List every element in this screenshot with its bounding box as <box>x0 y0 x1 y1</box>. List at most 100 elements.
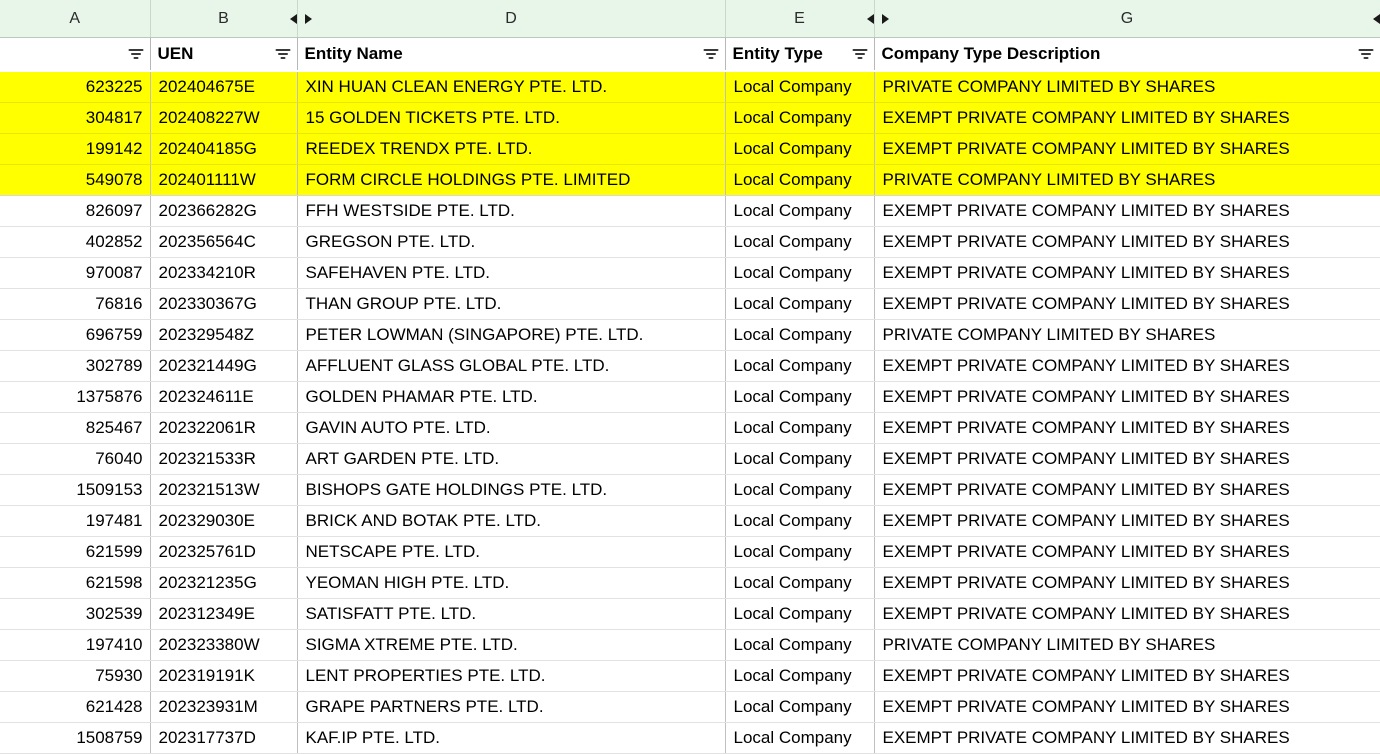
cell-company-type-description[interactable]: EXEMPT PRIVATE COMPANY LIMITED BY SHARES <box>874 226 1380 258</box>
table-row[interactable]: 1509153 202321513W BISHOPS GATE HOLDINGS P… <box>0 474 1380 506</box>
cell-entity-name[interactable]: KAF.IP PTE. LTD. <box>297 722 726 754</box>
cell-entity-type[interactable]: Local Company <box>725 722 875 754</box>
cell-a[interactable]: 402852 <box>0 226 151 258</box>
cell-a[interactable]: 696759 <box>0 319 151 351</box>
cell-company-type-description[interactable]: PRIVATE COMPANY LIMITED BY SHARES <box>874 164 1380 196</box>
cell-company-type-description[interactable]: EXEMPT PRIVATE COMPANY LIMITED BY SHARES <box>874 443 1380 475</box>
table-row[interactable]: 549078 202401111W FORM CIRCLE HOLDINGS PTE… <box>0 164 1380 196</box>
cell-entity-type[interactable]: Local Company <box>725 71 875 103</box>
cell-company-type-description[interactable]: EXEMPT PRIVATE COMPANY LIMITED BY SHARES <box>874 102 1380 134</box>
cell-uen[interactable]: 202404675E <box>150 71 298 103</box>
cell-a[interactable]: 302789 <box>0 350 151 382</box>
cell-a[interactable]: 549078 <box>0 164 151 196</box>
column-header-a[interactable]: A <box>0 0 151 38</box>
cell-company-type-description[interactable]: EXEMPT PRIVATE COMPANY LIMITED BY SHARES <box>874 474 1380 506</box>
cell-a[interactable]: 304817 <box>0 102 151 134</box>
cell-company-type-description[interactable]: PRIVATE COMPANY LIMITED BY SHARES <box>874 71 1380 103</box>
cell-uen[interactable]: 202312349E <box>150 598 298 630</box>
filter-funnel-icon-entity-name[interactable] <box>703 48 719 61</box>
cell-entity-name[interactable]: 15 GOLDEN TICKETS PTE. LTD. <box>297 102 726 134</box>
cell-entity-name[interactable]: GREGSON PTE. LTD. <box>297 226 726 258</box>
cell-company-type-description[interactable]: PRIVATE COMPANY LIMITED BY SHARES <box>874 319 1380 351</box>
cell-uen[interactable]: 202319191K <box>150 660 298 692</box>
cell-entity-type[interactable]: Local Company <box>725 257 875 289</box>
table-row[interactable]: 76816 202330367G THAN GROUP PTE. LTD. Local… <box>0 288 1380 320</box>
cell-entity-type[interactable]: Local Company <box>725 102 875 134</box>
cell-uen[interactable]: 202366282G <box>150 195 298 227</box>
cell-a[interactable]: 825467 <box>0 412 151 444</box>
cell-company-type-description[interactable]: EXEMPT PRIVATE COMPANY LIMITED BY SHARES <box>874 412 1380 444</box>
cell-a[interactable]: 197481 <box>0 505 151 537</box>
cell-entity-type[interactable]: Local Company <box>725 567 875 599</box>
cell-entity-name[interactable]: FORM CIRCLE HOLDINGS PTE. LIMITED <box>297 164 726 196</box>
cell-a[interactable]: 621428 <box>0 691 151 723</box>
table-row[interactable]: 304817 202408227W 15 GOLDEN TICKETS PTE. L… <box>0 102 1380 134</box>
cell-a[interactable]: 970087 <box>0 257 151 289</box>
cell-uen[interactable]: 202329548Z <box>150 319 298 351</box>
cell-uen[interactable]: 202324611E <box>150 381 298 413</box>
cell-uen[interactable]: 202356564C <box>150 226 298 258</box>
cell-entity-name[interactable]: FFH WESTSIDE PTE. LTD. <box>297 195 726 227</box>
cell-entity-type[interactable]: Local Company <box>725 443 875 475</box>
cell-entity-type[interactable]: Local Company <box>725 536 875 568</box>
table-row[interactable]: 826097 202366282G FFH WESTSIDE PTE. LTD. Lo… <box>0 195 1380 227</box>
cell-entity-name[interactable]: NETSCAPE PTE. LTD. <box>297 536 726 568</box>
cell-entity-name[interactable]: GAVIN AUTO PTE. LTD. <box>297 412 726 444</box>
table-row[interactable]: 199142 202404185G REEDEX TRENDX PTE. LTD. L… <box>0 133 1380 165</box>
table-row[interactable]: 197481 202329030E BRICK AND BOTAK PTE. LTD… <box>0 505 1380 537</box>
cell-uen[interactable]: 202401111W <box>150 164 298 196</box>
cell-entity-name[interactable]: AFFLUENT GLASS GLOBAL PTE. LTD. <box>297 350 726 382</box>
column-header-g[interactable]: G <box>874 0 1380 38</box>
cell-entity-type[interactable]: Local Company <box>725 629 875 661</box>
cell-entity-type[interactable]: Local Company <box>725 288 875 320</box>
cell-entity-name[interactable]: THAN GROUP PTE. LTD. <box>297 288 726 320</box>
cell-company-type-description[interactable]: EXEMPT PRIVATE COMPANY LIMITED BY SHARES <box>874 567 1380 599</box>
table-row[interactable]: 696759 202329548Z PETER LOWMAN (SINGAPORE)… <box>0 319 1380 351</box>
cell-uen[interactable]: 202321513W <box>150 474 298 506</box>
cell-a[interactable]: 1375876 <box>0 381 151 413</box>
cell-entity-type[interactable]: Local Company <box>725 505 875 537</box>
table-row[interactable]: 825467 202322061R GAVIN AUTO PTE. LTD. Loca… <box>0 412 1380 444</box>
table-row[interactable]: 197410 202323380W SIGMA XTREME PTE. LTD. Lo… <box>0 629 1380 661</box>
column-header-d[interactable]: D <box>297 0 726 38</box>
cell-entity-type[interactable]: Local Company <box>725 319 875 351</box>
cell-a[interactable]: 1508759 <box>0 722 151 754</box>
cell-uen[interactable]: 202325761D <box>150 536 298 568</box>
cell-a[interactable]: 75930 <box>0 660 151 692</box>
cell-uen[interactable]: 202321235G <box>150 567 298 599</box>
cell-uen[interactable]: 202323380W <box>150 629 298 661</box>
table-row[interactable]: 76040 202321533R ART GARDEN PTE. LTD. Local… <box>0 443 1380 475</box>
cell-company-type-description[interactable]: EXEMPT PRIVATE COMPANY LIMITED BY SHARES <box>874 691 1380 723</box>
table-row[interactable]: 970087 202334210R SAFEHAVEN PTE. LTD. Local… <box>0 257 1380 289</box>
cell-entity-type[interactable]: Local Company <box>725 195 875 227</box>
cell-entity-name[interactable]: LENT PROPERTIES PTE. LTD. <box>297 660 726 692</box>
filter-funnel-icon-entity-type[interactable] <box>852 48 868 61</box>
filter-funnel-icon-a[interactable] <box>128 48 144 61</box>
cell-a[interactable]: 199142 <box>0 133 151 165</box>
cell-company-type-description[interactable]: EXEMPT PRIVATE COMPANY LIMITED BY SHARES <box>874 505 1380 537</box>
cell-entity-type[interactable]: Local Company <box>725 226 875 258</box>
cell-company-type-description[interactable]: PRIVATE COMPANY LIMITED BY SHARES <box>874 629 1380 661</box>
cell-entity-type[interactable]: Local Company <box>725 691 875 723</box>
cell-a[interactable]: 76040 <box>0 443 151 475</box>
cell-uen[interactable]: 202408227W <box>150 102 298 134</box>
table-row[interactable]: 1508759 202317737D KAF.IP PTE. LTD. Local C… <box>0 722 1380 754</box>
cell-a[interactable]: 1509153 <box>0 474 151 506</box>
cell-a[interactable]: 621598 <box>0 567 151 599</box>
cell-uen[interactable]: 202322061R <box>150 412 298 444</box>
filter-funnel-icon-company-type-description[interactable] <box>1358 48 1374 61</box>
cell-company-type-description[interactable]: EXEMPT PRIVATE COMPANY LIMITED BY SHARES <box>874 598 1380 630</box>
table-row[interactable]: 621599 202325761D NETSCAPE PTE. LTD. Local … <box>0 536 1380 568</box>
cell-entity-type[interactable]: Local Company <box>725 381 875 413</box>
cell-uen[interactable]: 202323931M <box>150 691 298 723</box>
table-row[interactable]: 1375876 202324611E GOLDEN PHAMAR PTE. LTD.… <box>0 381 1380 413</box>
cell-entity-type[interactable]: Local Company <box>725 350 875 382</box>
cell-entity-name[interactable]: ART GARDEN PTE. LTD. <box>297 443 726 475</box>
table-row[interactable]: 302789 202321449G AFFLUENT GLASS GLOBAL PT… <box>0 350 1380 382</box>
cell-company-type-description[interactable]: EXEMPT PRIVATE COMPANY LIMITED BY SHARES <box>874 381 1380 413</box>
cell-a[interactable]: 76816 <box>0 288 151 320</box>
cell-entity-type[interactable]: Local Company <box>725 412 875 444</box>
cell-entity-name[interactable]: GRAPE PARTNERS PTE. LTD. <box>297 691 726 723</box>
cell-company-type-description[interactable]: EXEMPT PRIVATE COMPANY LIMITED BY SHARES <box>874 660 1380 692</box>
cell-entity-name[interactable]: YEOMAN HIGH PTE. LTD. <box>297 567 726 599</box>
